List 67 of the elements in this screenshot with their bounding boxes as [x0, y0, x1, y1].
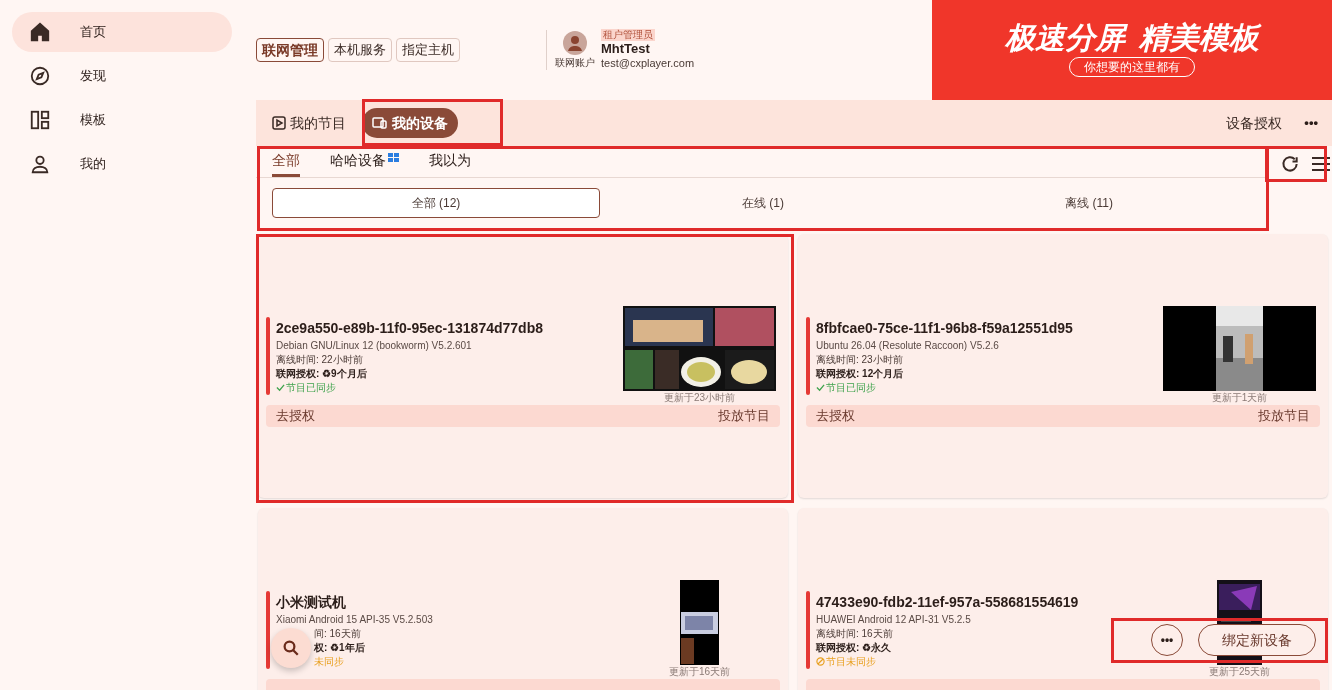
- devices-icon: [372, 116, 388, 130]
- license-info: 联网授权: ♻永久: [816, 640, 893, 655]
- license-info: 联网授权: ♻9个月后: [276, 366, 368, 381]
- device-name: 8fbfcae0-75ce-11f1-96b8-f59a12551d95: [816, 318, 1073, 338]
- menu-icon[interactable]: [1310, 154, 1332, 174]
- license-info: 权: ♻1年后: [314, 640, 366, 655]
- play-program-button[interactable]: 投放节目: [718, 405, 770, 426]
- deauthorize-button[interactable]: 去授权: [816, 405, 855, 426]
- group-tab[interactable]: 我以为: [429, 147, 471, 177]
- device-card[interactable]: 8fbfcae0-75ce-11f1-96b8-f59a12551d95 Ubuntu 26.04 (Resolute Raccoon) V5.2.6 离线时间: 23小时前 联网授权: 12个月后 节目已同步 更新于1天前 去授权 投放节目: [798, 234, 1328, 498]
- sidebar-item[interactable]: 首页: [12, 12, 232, 52]
- sync-status: 未同步: [314, 654, 345, 669]
- deauthorize-button[interactable]: 去授权: [276, 405, 315, 426]
- account-email: test@cxplayer.com: [601, 57, 695, 71]
- authorize-link[interactable]: 设备授权: [1226, 112, 1283, 134]
- search-icon: [282, 639, 300, 657]
- account-caption: 联网账户: [555, 55, 595, 70]
- mode-button[interactable]: 联网管理: [256, 38, 324, 62]
- main-tab[interactable]: 我的节目: [262, 108, 356, 138]
- filter-segment[interactable]: 在线 (1): [600, 188, 926, 218]
- updated-time: 更新于16天前: [668, 664, 731, 679]
- offline-time: 离线时间: 16天前: [816, 626, 894, 641]
- sync-status: 节目已同步: [816, 380, 1073, 395]
- sidebar-item[interactable]: 我的: [12, 144, 232, 184]
- mode-button[interactable]: 本机服务: [328, 38, 392, 62]
- filter-segment[interactable]: 全部 (12): [272, 188, 600, 218]
- license-info: 联网授权: 12个月后: [816, 366, 905, 381]
- device-card[interactable]: 2ce9a550-e89b-11f0-95ec-131874d77db8 Debian GNU/Linux 12 (bookworm) V5.2.601 离线时间: 22小时前 联网授权: ♻9个月后 节目已同步 更新于23小时前 去授权 投放节目: [258, 234, 788, 498]
- device-system: Xiaomi Android 15 API-35 V5.2.503: [276, 612, 433, 627]
- account-name: MhtTest: [601, 41, 651, 58]
- group-tab[interactable]: 哈哈设备: [330, 147, 399, 177]
- layout-icon: [29, 109, 51, 131]
- play-icon: [272, 116, 286, 130]
- device-name: 2ce9a550-e89b-11f0-95ec-131874d77db8: [276, 318, 543, 338]
- device-name: 47433e90-fdb2-11ef-957a-558681554619: [816, 592, 1079, 612]
- mode-button[interactable]: 指定主机: [396, 38, 460, 62]
- offline-time: 离线时间: 23小时前: [816, 352, 904, 367]
- device-card[interactable]: 小米测试机 Xiaomi Android 15 API-35 V5.2.503 间: 16天前 权: ♻1年后 未同步 更新于16天前: [258, 508, 788, 690]
- device-system: Ubuntu 26.04 (Resolute Raccoon) V5.2.6: [816, 338, 1000, 353]
- compass-icon: [29, 65, 51, 87]
- updated-time: 更新于1天前: [1211, 390, 1268, 405]
- device-name: 小米测试机: [276, 592, 347, 612]
- banner[interactable]: 极速分屏 精美模板 你想要的这里都有: [932, 0, 1332, 100]
- bind-device-button[interactable]: 绑定新设备: [1198, 624, 1316, 656]
- sidebar-item[interactable]: 模板: [12, 100, 232, 140]
- sync-status: 节目未同步: [816, 654, 1079, 669]
- more-button[interactable]: •••: [1304, 113, 1318, 133]
- role-badge: 租户管理员: [601, 29, 655, 41]
- updated-time: 更新于23小时前: [663, 390, 736, 405]
- refresh-icon[interactable]: [1280, 154, 1300, 174]
- device-system: HUAWEI Android 12 API-31 V5.2.5: [816, 612, 972, 627]
- person-icon: [29, 153, 51, 175]
- sidebar-item[interactable]: 发现: [12, 56, 232, 96]
- check-icon: [816, 383, 825, 392]
- device-system: Debian GNU/Linux 12 (bookworm) V5.2.601: [276, 338, 473, 353]
- offline-time: 离线时间: 22小时前: [276, 352, 364, 367]
- play-program-button[interactable]: 投放节目: [1258, 405, 1310, 426]
- group-tab[interactable]: 全部: [272, 147, 300, 177]
- offline-time: 间: 16天前: [314, 626, 362, 641]
- avatar-icon: [563, 30, 587, 55]
- blocked-icon: [816, 657, 825, 666]
- sync-status: 节目已同步: [276, 380, 543, 395]
- main-tab[interactable]: 我的设备: [362, 108, 458, 138]
- filter-segment[interactable]: 离线 (11): [926, 188, 1252, 218]
- home-icon: [29, 21, 51, 43]
- check-icon: [276, 383, 285, 392]
- updated-time: 更新于25天前: [1208, 664, 1271, 679]
